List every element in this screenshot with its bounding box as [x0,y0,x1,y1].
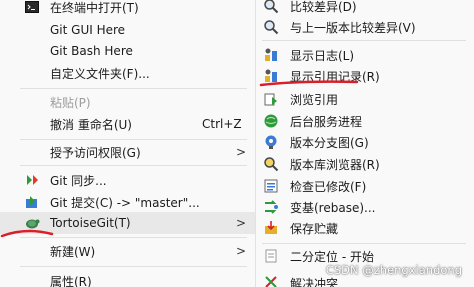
menu-item-grant-access[interactable]: 授予访问权限(G) > [0,141,255,163]
menu-item-undo-rename[interactable]: 撤消 重命名(U) Ctrl+Z [0,113,255,135]
revision-graph-icon [263,134,279,150]
submenu-item-revision-graph[interactable]: 版本分支图(G) [256,131,474,153]
menu-item-label: Git 提交(C) -> "master"... [50,195,200,210]
check-modified-icon [263,178,279,194]
menu-item-label: 检查已修改(F) [290,179,367,194]
submenu-item-stash-save[interactable]: 保存贮藏 [256,217,474,239]
git-sync-icon [24,172,40,188]
globe-icon [263,113,279,129]
submenu-item-daemon[interactable]: 后台服务进程 [256,110,474,132]
repo-browser-icon [263,156,279,172]
magnifier-icon [263,19,279,35]
menu-item-label: Git Bash Here [50,44,133,58]
menu-separator [20,165,247,166]
menu-item-label: 显示日志(L) [290,48,355,63]
explorer-context-menu: 在终端中打开(T) Git GUI Here Git Bash Here 自定义… [0,0,255,287]
menu-item-label: TortoiseGit(T) [50,216,131,230]
menu-item-git-sync[interactable]: Git 同步... [0,169,255,191]
menu-item-label: 授予访问权限(G) [50,145,141,160]
browse-refs-icon [263,91,279,107]
rebase-icon [263,199,279,215]
submenu-item-repo-browser[interactable]: 版本库浏览器(R) [256,153,474,175]
menu-item-customize-folder[interactable]: 自定义文件夹(F)... [0,62,255,84]
red-underline-annotation [259,80,359,87]
menu-item-label: 自定义文件夹(F)... [50,66,150,81]
resolve-conflict-icon [263,275,279,287]
menu-item-git-gui-here[interactable]: Git GUI Here [0,19,255,41]
submenu-item-diff-previous[interactable]: 与上一版本比较差异(V) [256,16,474,38]
submenu-item-check-modifications[interactable]: 检查已修改(F) [256,175,474,197]
menu-item-paste: 粘贴(P) [0,91,255,113]
git-commit-icon [24,194,40,210]
menu-item-git-commit[interactable]: Git 提交(C) -> "master"... [0,191,255,213]
menu-item-label: 后台服务进程 [290,114,363,129]
menu-item-properties[interactable]: 属性(R) [0,270,255,287]
terminal-icon [24,0,40,15]
menu-item-shortcut: Ctrl+Z [202,117,242,131]
menu-separator [20,88,247,89]
red-underline-annotation [0,229,54,238]
menu-item-git-bash-here[interactable]: Git Bash Here [0,40,255,62]
chevron-right-icon: > [236,244,247,258]
menu-item-label: 保存贮藏 [290,221,339,236]
menu-item-label: 版本分支图(G) [290,135,369,150]
menu-item-label: 变基(rebase)... [290,200,376,215]
menu-separator [262,40,466,41]
menu-item-label: 新建(W) [50,244,96,259]
stash-icon [263,220,279,236]
menu-item-label: Git GUI Here [50,23,126,37]
chevron-right-icon: > [236,216,247,230]
menu-item-label: 二分定位 - 开始 [290,249,374,264]
submenu-item-show-log[interactable]: 显示日志(L) [256,44,474,66]
menu-separator [20,139,247,140]
watermark: CSDN @zhengxiandong [325,263,462,277]
log-icon [263,47,279,63]
menu-item-open-in-terminal[interactable]: 在终端中打开(T) [0,0,255,18]
submenu-item-diff[interactable]: 比较差异(D) [256,0,474,17]
menu-item-new[interactable]: 新建(W) > [0,240,255,262]
magnifier-icon [263,0,279,14]
menu-item-label: 浏览引用 [290,92,339,107]
tortoisegit-submenu: 比较差异(D) 与上一版本比较差异(V) 显示日志(L) 显示引用记录(R) 浏… [255,0,474,287]
menu-separator [20,266,247,267]
menu-item-label: 比较差异(D) [290,0,357,14]
menu-item-label: 版本库浏览器(R) [290,157,380,172]
menu-item-label: 属性(R) [50,274,92,287]
chevron-right-icon: > [236,145,247,159]
bisect-icon [263,248,279,264]
menu-separator [262,243,466,244]
submenu-item-rebase[interactable]: 变基(rebase)... [256,196,474,218]
menu-item-label: 撤消 重命名(U) [50,117,132,132]
menu-item-label: 粘贴(P) [50,95,91,110]
menu-item-label: 在终端中打开(T) [50,0,139,15]
menu-item-label: 与上一版本比较差异(V) [290,20,416,35]
menu-item-label: Git 同步... [50,173,107,188]
